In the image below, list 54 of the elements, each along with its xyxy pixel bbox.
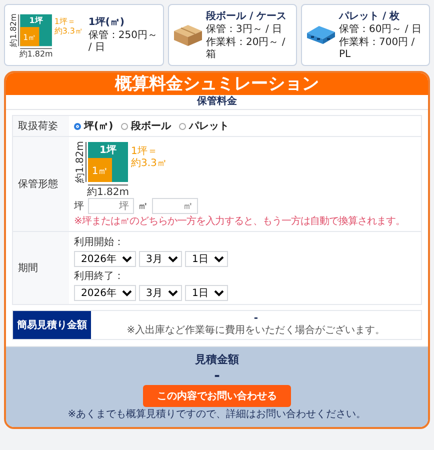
input-field[interactable]: 坪 (88, 198, 134, 214)
card-title: 1坪(㎡) (88, 16, 126, 29)
date-label: 利用終了： (74, 270, 124, 283)
row-label: 保管形態 (13, 137, 69, 231)
conversion-label: 1坪＝ (54, 16, 76, 26)
option-label[interactable]: パレット (189, 119, 230, 133)
price-text: 作業料：20円～ / 箱 (206, 36, 286, 60)
conversion-label: 約3.3㎡ (54, 26, 83, 36)
conversion-label: 約3.3㎡ (131, 158, 167, 169)
price-text: 作業料：700円 / PL (339, 36, 416, 60)
dimension-label: 約1.82m (87, 187, 129, 196)
card-title: 段ボール / ケース (206, 10, 288, 22)
field-label: ㎡ (138, 200, 148, 213)
total-label: 見積金額 (195, 352, 239, 367)
input-field[interactable]: ㎡ (152, 198, 198, 214)
price-text: 保管：3円～ / 日 (206, 24, 284, 36)
card-title: パレット / 枚 (339, 10, 401, 22)
date-select[interactable]: 1日 (185, 285, 228, 301)
dimension-label: 約1.82m (75, 141, 86, 183)
row-label: 期間 (13, 232, 69, 304)
price-text: 保管：250円～ / 日 (88, 30, 158, 54)
estimate-label: 簡易見積り金額 (13, 311, 91, 339)
row-label: 取扱荷姿 (13, 116, 69, 136)
section-title: 保管料金 (6, 95, 428, 110)
option-label[interactable]: 段ボール (131, 119, 172, 133)
pallet-icon (306, 23, 336, 47)
date-select[interactable]: 3月 (139, 285, 182, 301)
price-text: 保管：60円～ / 日 (339, 24, 422, 36)
unit-square (20, 27, 40, 46)
estimate-value: - (254, 313, 258, 325)
cardboard-box-icon (173, 23, 203, 47)
radio-button[interactable] (179, 122, 186, 130)
hint-text: ※坪または㎡のどちらか一方を入力すると、もう一方は自動で換算されます。 (74, 216, 405, 228)
radio-button[interactable] (74, 122, 81, 130)
area-label: 1坪 (100, 145, 116, 156)
total-value: - (214, 369, 220, 383)
radio-button[interactable] (121, 122, 128, 130)
unit-label: 1㎡ (23, 32, 36, 42)
dimension-label: 約1.82m (9, 14, 18, 47)
date-select[interactable]: 2026年 (74, 285, 136, 301)
date-select[interactable]: 1日 (185, 251, 228, 267)
panel-title: 概算料金シュミレーション (6, 73, 428, 95)
date-select[interactable]: 3月 (139, 251, 182, 267)
unit-square (88, 158, 112, 182)
area-label: 1坪 (29, 16, 43, 26)
conversion-label: 1坪＝ (131, 146, 158, 157)
option-label[interactable]: 坪(㎡) (84, 119, 114, 133)
estimate-note: ※入出庫など作業毎に費用をいただく場合がございます。 (126, 325, 386, 337)
field-label: 坪 (74, 200, 84, 213)
date-select[interactable]: 2026年 (74, 251, 136, 267)
date-label: 利用開始： (74, 236, 124, 249)
unit-label: 1㎡ (92, 166, 108, 177)
dimension-label: 約1.82m (19, 49, 53, 58)
disclaimer-text: ※あくまでも概算見積りですので、詳細はお問い合わせください。 (68, 409, 366, 421)
